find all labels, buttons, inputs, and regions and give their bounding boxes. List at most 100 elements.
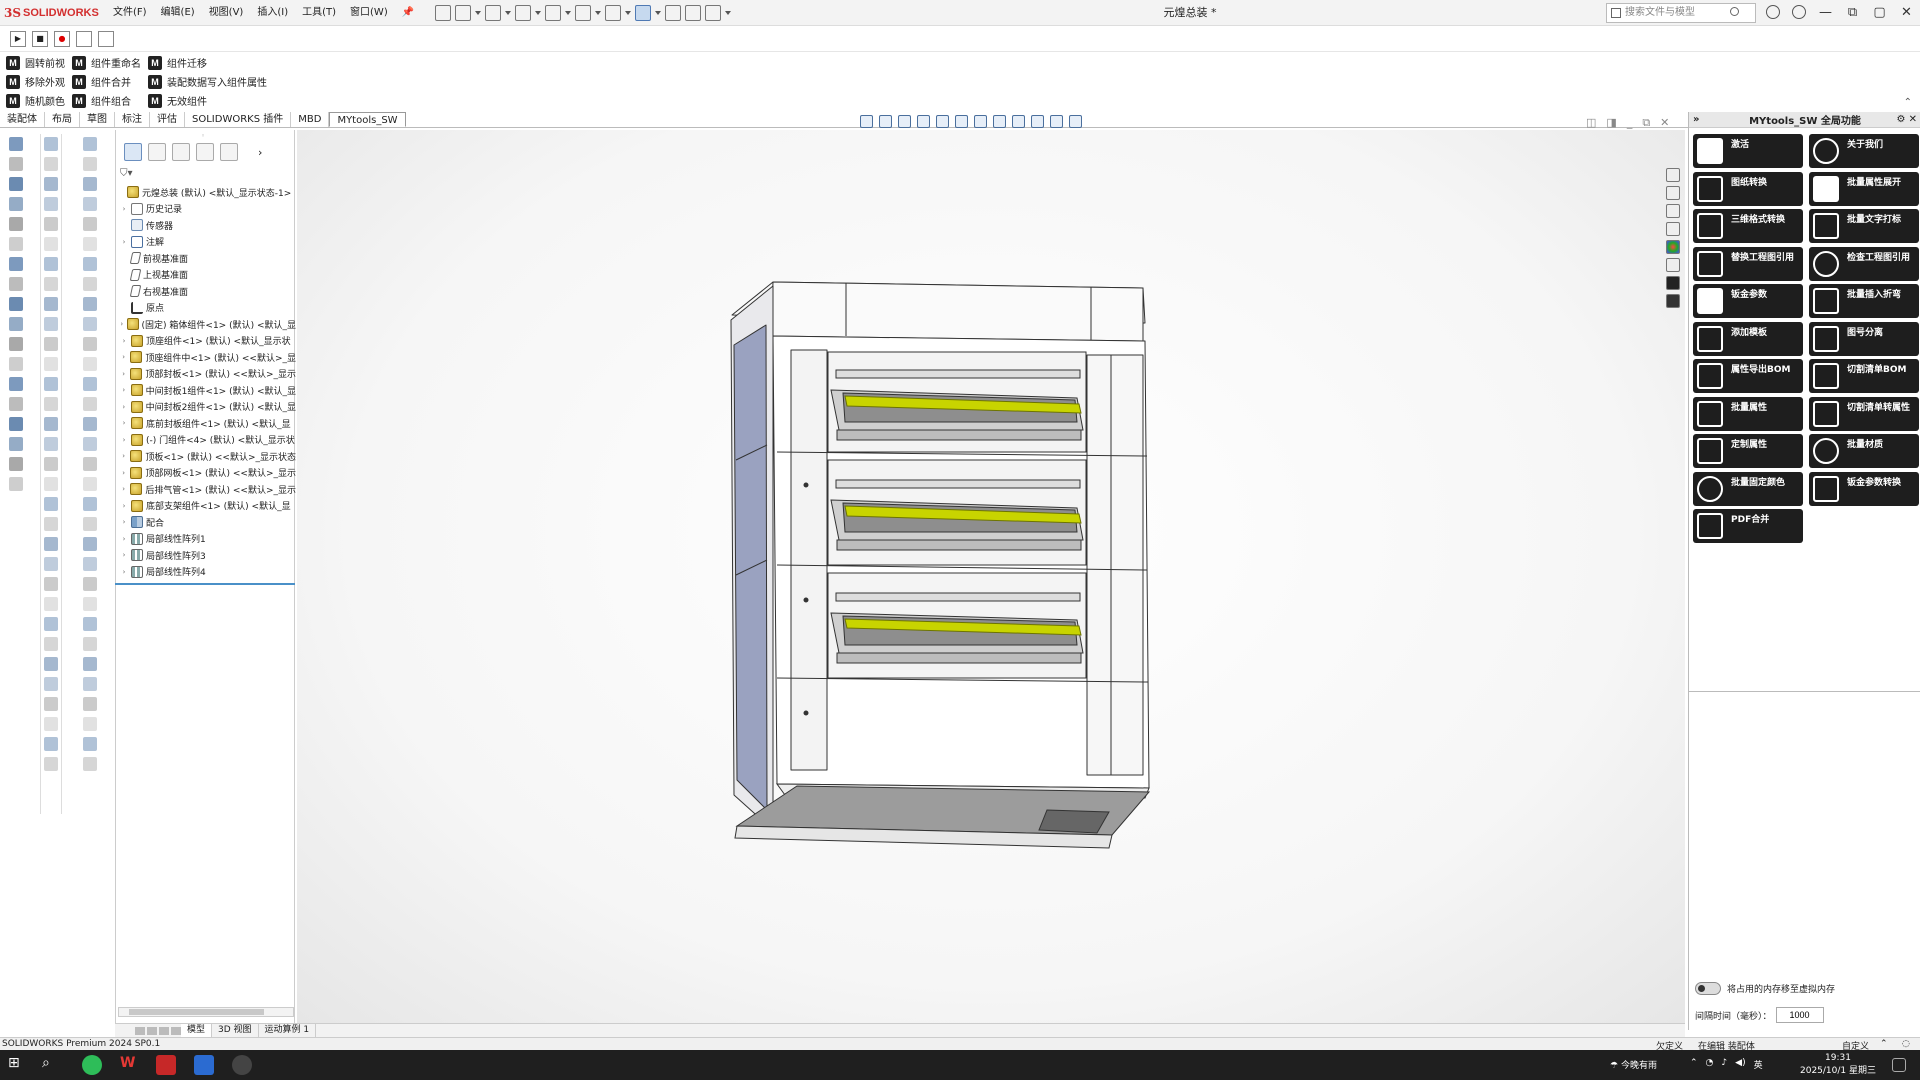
tool-button[interactable]: 钣金参数转换 — [1809, 471, 1919, 506]
tool-icon[interactable] — [83, 637, 97, 651]
tool-icon[interactable] — [44, 657, 58, 671]
tab-evaluate[interactable]: 评估 — [150, 112, 185, 127]
home-icon[interactable] — [435, 4, 452, 21]
tab-layout[interactable]: 布局 — [45, 112, 80, 127]
expand-arrow-icon[interactable]: › — [120, 386, 128, 394]
tool-button[interactable]: 钣金参数 — [1693, 284, 1803, 318]
tool-button[interactable]: 切割清单BOM — [1809, 359, 1919, 393]
tree-node[interactable]: › 顶部封板<1> (默认) <<默认>_显示 — [116, 366, 296, 383]
tool-icon[interactable] — [44, 517, 58, 531]
tool-icon[interactable] — [44, 337, 58, 351]
tool-icon[interactable] — [44, 377, 58, 391]
explode-icon[interactable] — [9, 257, 23, 271]
tool-icon[interactable] — [83, 597, 97, 611]
tool-icon[interactable] — [44, 497, 58, 511]
tree-node[interactable]: › 历史记录 — [116, 201, 296, 218]
tool-icon[interactable] — [83, 457, 97, 471]
filter-icon[interactable]: ⛉▾ — [120, 168, 133, 179]
clock[interactable]: 19:31 2025/10/1 星期三 — [1800, 1052, 1876, 1078]
tool-icon[interactable] — [83, 177, 97, 191]
home-icon[interactable] — [1666, 168, 1680, 182]
tree-node[interactable]: › 底部支架组件<1> (默认) <默认_显 — [116, 498, 296, 515]
record-icon[interactable]: ● — [54, 30, 70, 47]
tool-icon[interactable] — [44, 597, 58, 611]
tool-icon[interactable] — [83, 517, 97, 531]
expand-arrow-icon[interactable]: › — [120, 485, 127, 493]
pane-settings-icon[interactable]: ⚙ ✕ — [1896, 114, 1917, 125]
tree-node[interactable]: › 底前封板组件<1> (默认) <默认_显 — [116, 415, 296, 432]
tab-sketch[interactable]: 草图 — [80, 112, 115, 127]
tool-icon[interactable] — [83, 577, 97, 591]
tree-node[interactable]: 上视基准面 — [116, 267, 296, 284]
split-view-icon[interactable]: ◫ — [1586, 116, 1596, 130]
zoom-to-area-icon[interactable] — [879, 115, 892, 128]
tool-button[interactable]: 切割清单转属性 — [1809, 396, 1919, 431]
tree-node[interactable]: › 后排气管<1> (默认) <<默认>_显示 — [116, 481, 296, 498]
gear-icon[interactable] — [705, 4, 722, 21]
file-properties-icon[interactable] — [685, 4, 702, 21]
tool-icon[interactable] — [83, 357, 97, 371]
print-icon[interactable] — [545, 4, 562, 21]
tree-node[interactable]: 前视基准面 — [116, 250, 296, 267]
tool-icon[interactable] — [83, 757, 97, 771]
cmd-write-assembly-data[interactable]: M 装配数据写入组件属性 — [148, 72, 267, 91]
virtual-memory-toggle[interactable]: 将占用的内存移至虚拟内存 — [1695, 982, 1915, 995]
expand-arrow-icon[interactable]: › — [120, 551, 128, 559]
feature-tree-tab-icon[interactable] — [124, 143, 142, 161]
play-icon[interactable]: ▶ — [10, 30, 26, 47]
tool-button[interactable]: 批量材质 — [1809, 434, 1919, 468]
ime-indicator[interactable]: 英 — [1754, 1058, 1763, 1071]
previous-view-icon[interactable] — [898, 115, 911, 128]
wps-icon[interactable]: W — [120, 1055, 140, 1075]
bill-of-materials-icon[interactable] — [9, 317, 23, 331]
section-view-icon[interactable] — [917, 115, 930, 128]
tool-icon[interactable] — [83, 537, 97, 551]
tree-node[interactable]: › 中间封板2组件<1> (默认) <默认_显 — [116, 399, 296, 416]
file-explorer-icon[interactable] — [1666, 222, 1680, 236]
browser-icon[interactable] — [232, 1055, 252, 1075]
mytools-icon[interactable] — [1666, 276, 1680, 290]
tool-icon[interactable] — [44, 757, 58, 771]
tool-icon[interactable] — [83, 217, 97, 231]
tree-node[interactable]: 元煌总装 (默认) <默认_显示状态-1> — [116, 184, 296, 201]
tool-button[interactable]: 替换工程图引用 — [1693, 246, 1803, 281]
tool-icon[interactable] — [83, 657, 97, 671]
cmd-random-color[interactable]: M 随机颜色 — [6, 91, 65, 110]
display-manager-tab-icon[interactable] — [220, 143, 238, 161]
tool-button[interactable]: 批量属性展开 — [1809, 171, 1919, 206]
mic-icon[interactable]: ♪ — [1721, 1058, 1727, 1071]
pattern-icon[interactable] — [9, 217, 23, 231]
tool-icon[interactable] — [83, 277, 97, 291]
search-icon[interactable]: ⌕ — [42, 1055, 62, 1075]
tool-icon[interactable] — [44, 177, 58, 191]
menu-insert[interactable]: 插入(I) — [250, 0, 295, 26]
performance-icon[interactable] — [9, 477, 23, 491]
tab-motion-study[interactable]: 运动算例 1 — [259, 1024, 317, 1037]
tool-icon[interactable] — [44, 617, 58, 631]
tool-icon[interactable] — [83, 137, 97, 151]
tab-mytools[interactable]: MYtools_SW — [329, 112, 406, 127]
traffic-light-icon[interactable] — [665, 4, 682, 21]
wifi-icon[interactable]: ◔ — [1706, 1058, 1714, 1071]
edit-appearance-icon[interactable] — [1012, 115, 1025, 128]
tree-node[interactable]: › (-) 门组件<4> (默认) <默认_显示状 — [116, 432, 296, 449]
expand-arrow-icon[interactable]: › — [120, 205, 128, 213]
first-tab-icon[interactable] — [135, 1026, 145, 1035]
tree-node[interactable]: › 顶板<1> (默认) <<默认>_显示状态 — [116, 448, 296, 465]
zoom-to-fit-icon[interactable] — [860, 115, 873, 128]
appearances-icon[interactable] — [1666, 240, 1680, 254]
tool-icon[interactable] — [83, 497, 97, 511]
tile-view-icon[interactable]: ◨ — [1606, 116, 1616, 130]
pane-divider[interactable] — [115, 583, 295, 585]
tab-3d-views[interactable]: 3D 视图 — [212, 1024, 259, 1037]
expand-arrow-icon[interactable]: › — [120, 403, 128, 411]
tool-icon[interactable] — [83, 297, 97, 311]
viewport-restore-icon[interactable]: ⧉ — [1642, 116, 1650, 130]
tree-node[interactable]: 右视基准面 — [116, 283, 296, 300]
expand-arrow-icon[interactable]: › — [120, 568, 128, 576]
apply-scene-icon[interactable] — [1031, 115, 1044, 128]
tool-icon[interactable] — [44, 457, 58, 471]
tree-node[interactable]: › 局部线性阵列3 — [116, 547, 296, 564]
tool-icon[interactable] — [44, 157, 58, 171]
cmd-rename-component[interactable]: M 组件重命名 — [72, 53, 141, 72]
